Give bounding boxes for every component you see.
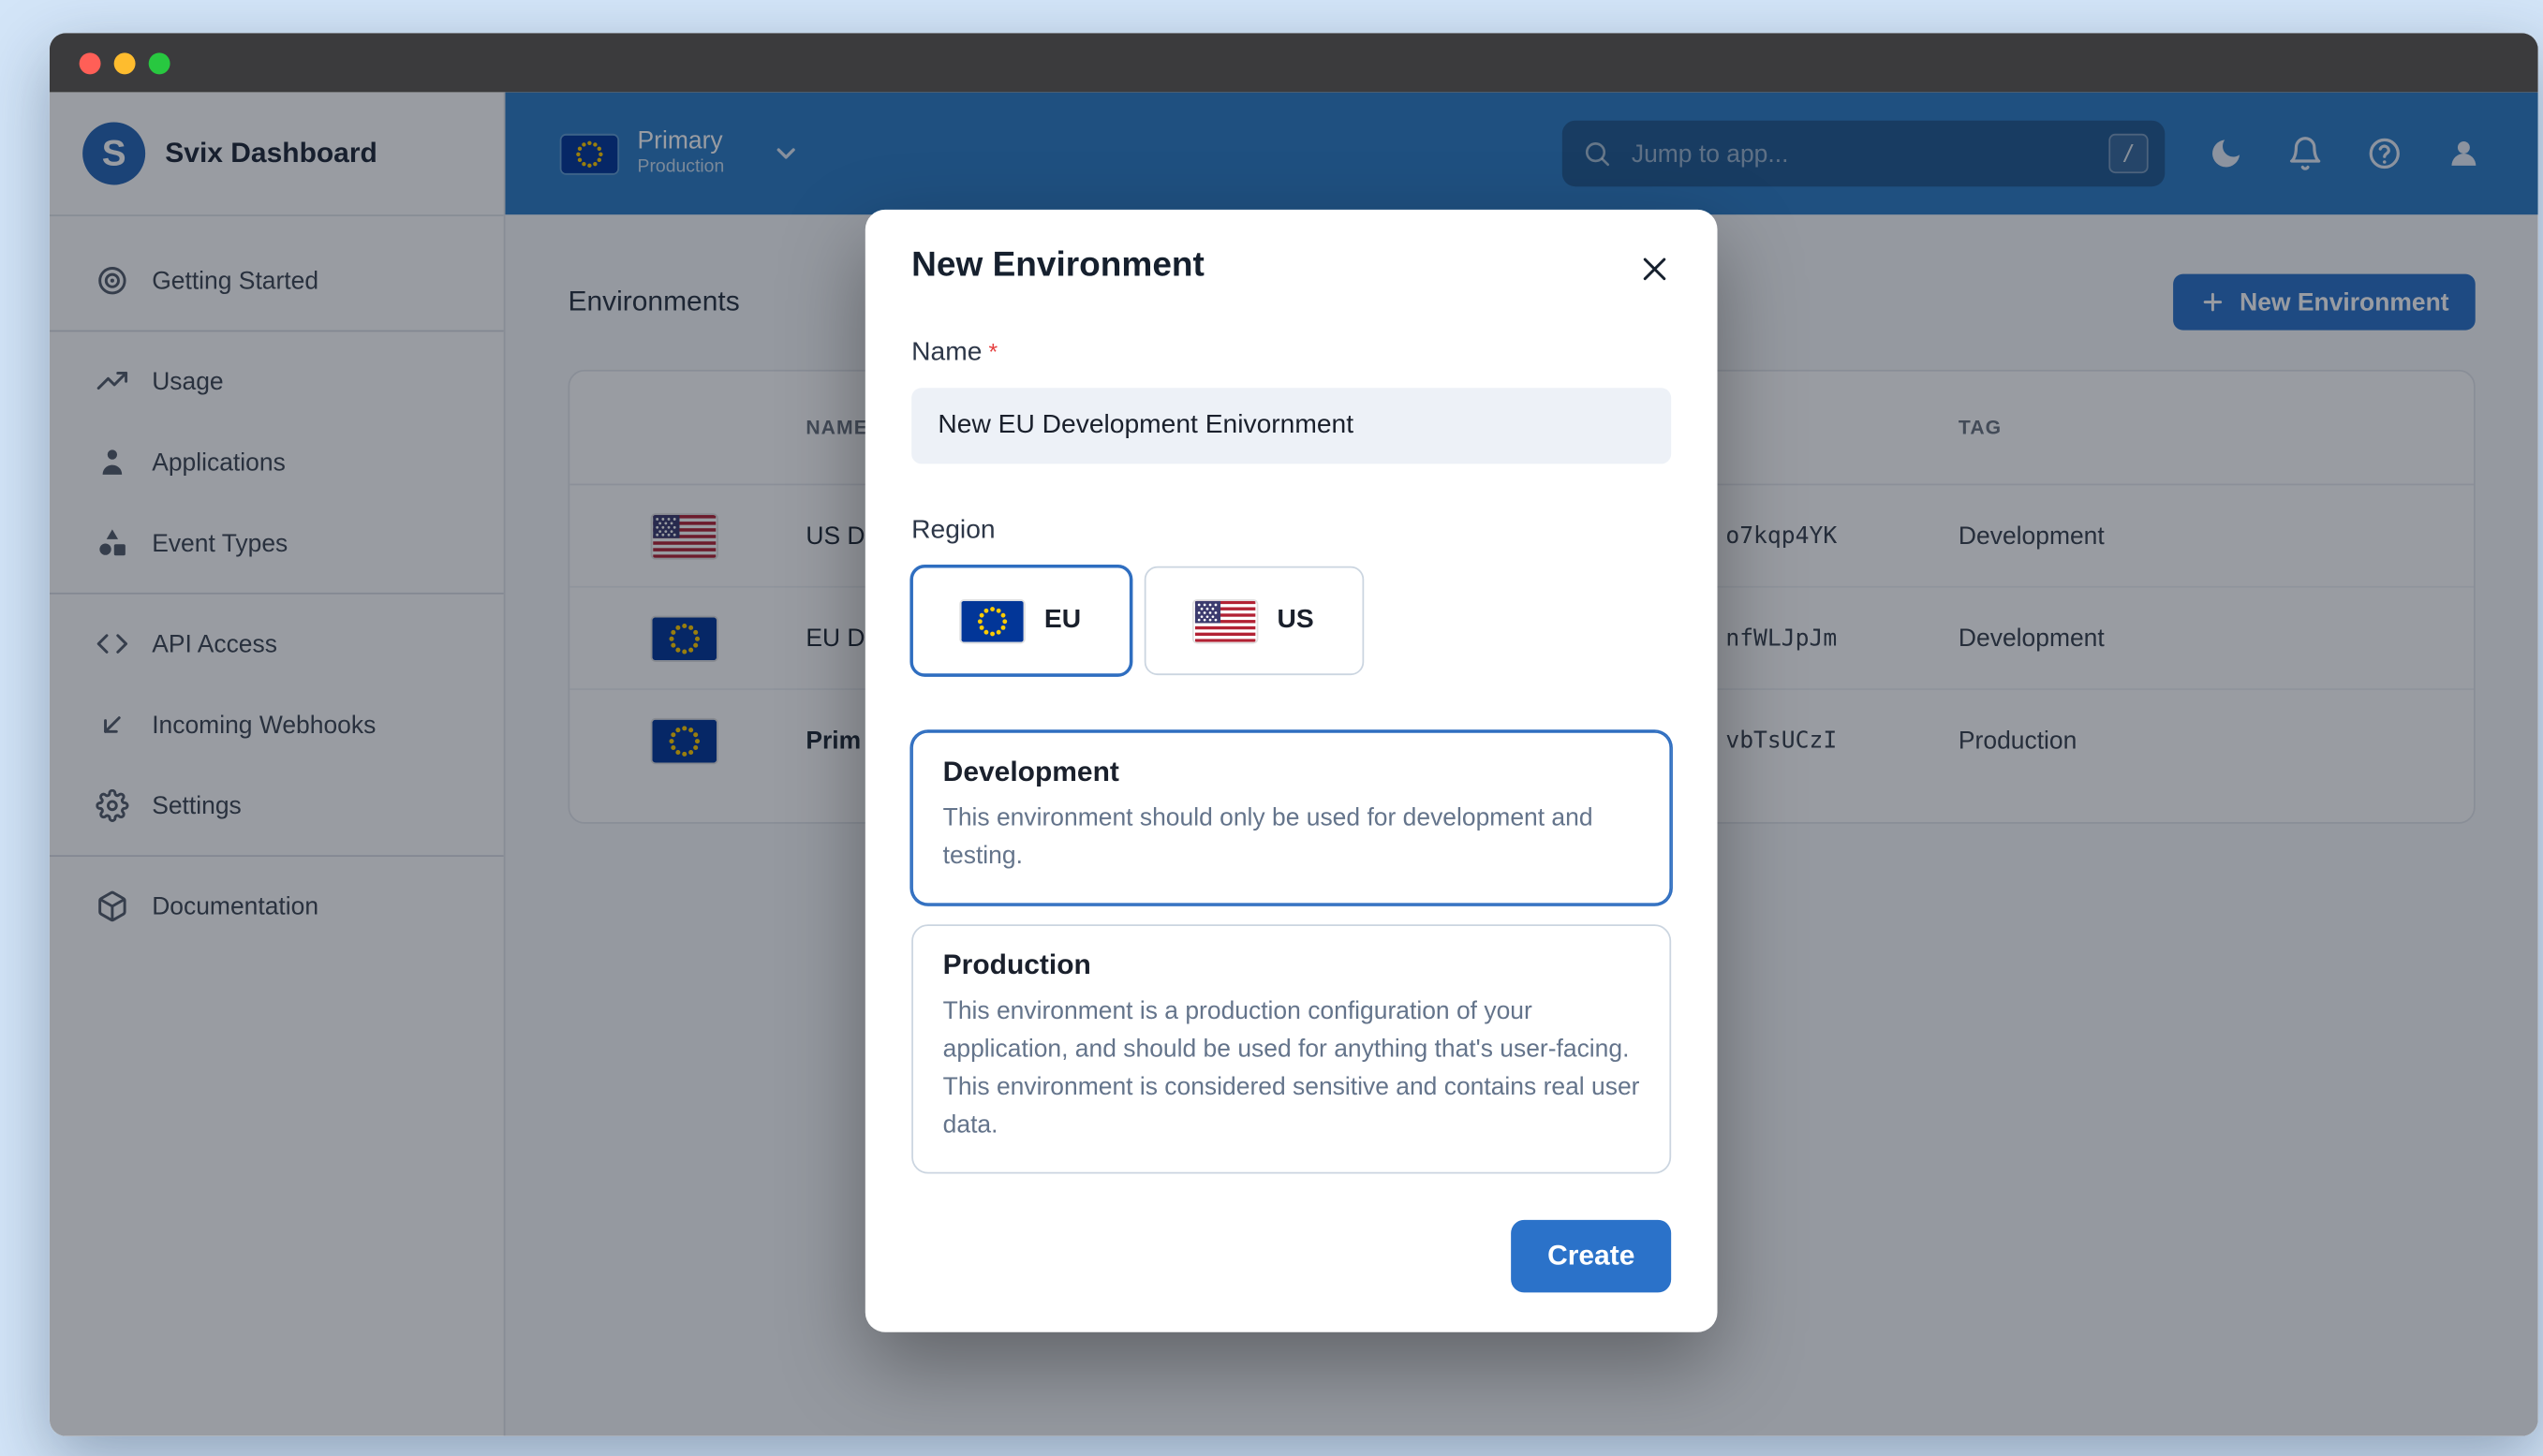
close-window-button[interactable] bbox=[79, 51, 101, 74]
zoom-window-button[interactable] bbox=[148, 51, 170, 74]
region-selector: EU US bbox=[911, 566, 1671, 676]
region-option-us[interactable]: US bbox=[1144, 566, 1365, 676]
required-marker: * bbox=[988, 338, 998, 365]
environment-name-input[interactable] bbox=[911, 388, 1672, 464]
minimize-window-button[interactable] bbox=[113, 51, 136, 74]
environment-type-production[interactable]: Production This environment is a product… bbox=[911, 923, 1672, 1173]
region-label: Region bbox=[911, 516, 996, 545]
type-description: This environment is a production configu… bbox=[942, 995, 1640, 1140]
new-environment-modal: New Environment Name* Region EU US bbox=[865, 209, 1718, 1331]
region-option-label: EU bbox=[1043, 606, 1082, 634]
type-description: This environment should only be used for… bbox=[942, 803, 1593, 871]
scaled-stage: S Svix Dashboard Getting Started Usage A… bbox=[0, 0, 2543, 1456]
type-title: Development bbox=[942, 756, 1119, 787]
name-label-text: Name bbox=[911, 338, 983, 367]
window-titlebar bbox=[49, 33, 2538, 93]
type-title: Production bbox=[942, 948, 1091, 980]
region-option-eu[interactable]: EU bbox=[911, 566, 1131, 676]
modal-footer: Create bbox=[911, 1218, 1672, 1292]
modal-header: New Environment bbox=[911, 246, 1671, 286]
close-icon[interactable] bbox=[1638, 253, 1671, 286]
us-flag-icon bbox=[1194, 600, 1257, 641]
eu-flag-icon bbox=[962, 600, 1025, 641]
app-viewport: S Svix Dashboard Getting Started Usage A… bbox=[49, 92, 2538, 1436]
name-label: Name * bbox=[911, 338, 1671, 368]
create-button[interactable]: Create bbox=[1511, 1218, 1672, 1292]
modal-title: New Environment bbox=[911, 245, 1205, 285]
region-option-label: US bbox=[1277, 606, 1314, 634]
app-window: S Svix Dashboard Getting Started Usage A… bbox=[49, 33, 2538, 1436]
environment-type-development[interactable]: Development This environment should only… bbox=[911, 731, 1672, 904]
